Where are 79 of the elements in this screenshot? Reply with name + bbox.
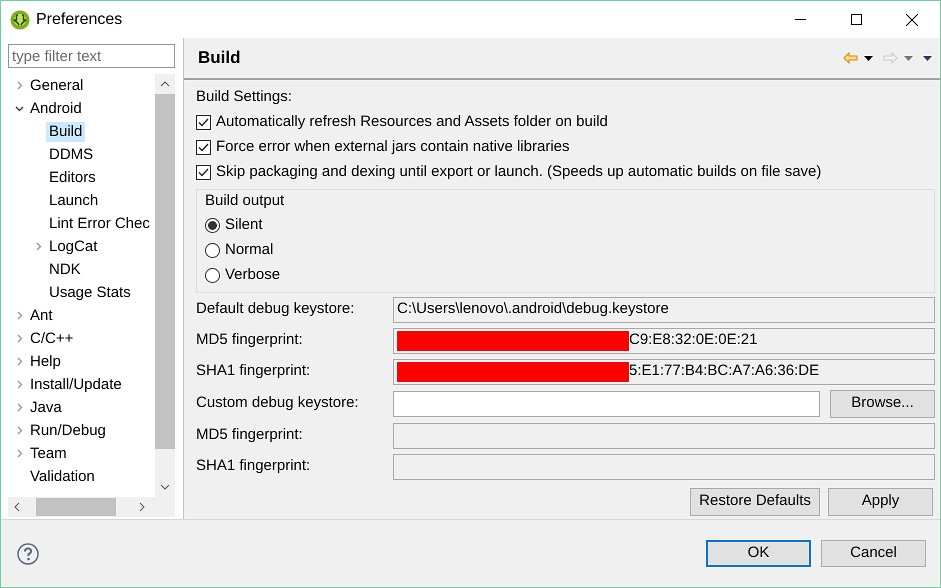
checkbox[interactable] — [196, 165, 211, 180]
expanded-chevron-icon[interactable] — [14, 104, 24, 113]
tree-item[interactable]: Lint Error Chec — [46, 214, 153, 234]
collapsed-chevron-icon[interactable] — [14, 81, 24, 90]
checkbox[interactable] — [196, 115, 211, 130]
scrollbar-thumb[interactable] — [155, 94, 175, 449]
tree-item[interactable]: Usage Stats — [46, 282, 134, 302]
field-value: C9:E8:32:0E:0E:21 — [629, 330, 758, 350]
field-value: 5:E1:77:B4:BC:A7:A6:36:DE — [629, 361, 820, 382]
collapsed-chevron-icon[interactable] — [14, 426, 24, 435]
group-title: Build output — [205, 191, 286, 211]
scroll-up-icon[interactable] — [160, 81, 170, 87]
readonly-field[interactable] — [393, 422, 935, 448]
filter-field[interactable]: type filter text — [8, 44, 175, 68]
tree-item[interactable]: Java — [27, 398, 65, 418]
tree-item[interactable]: Team — [27, 444, 70, 464]
collapsed-chevron-icon[interactable] — [14, 449, 24, 458]
scroll-right-icon[interactable] — [139, 502, 145, 512]
radio-button[interactable] — [205, 218, 220, 232]
scroll-left-icon[interactable] — [14, 502, 20, 512]
tree-item[interactable]: Install/Update — [27, 374, 125, 394]
field-label: Default debug keystore: — [196, 299, 356, 320]
menu-dropdown-icon[interactable] — [923, 56, 932, 60]
field-value: C:\Users\lenovo\.android\debug.keystore — [397, 299, 669, 320]
readonly-field[interactable]: 5:E1:77:B4:BC:A7:A6:36:DE — [393, 358, 935, 384]
tree-item[interactable]: Validation — [27, 466, 98, 486]
restore-defaults-button[interactable]: Restore Defaults — [690, 488, 820, 516]
back-arrow-icon[interactable] — [843, 52, 858, 64]
readonly-field[interactable] — [393, 454, 935, 480]
readonly-field[interactable]: C9:E8:32:0E:0E:21 — [393, 328, 935, 354]
field-label: SHA1 fingerprint: — [196, 361, 312, 382]
field-label: MD5 fingerprint: — [196, 330, 304, 350]
collapsed-chevron-icon[interactable] — [34, 242, 42, 251]
radio-label: Verbose — [225, 264, 280, 285]
tree-item[interactable]: NDK — [46, 260, 84, 280]
radio-button[interactable] — [205, 268, 220, 282]
tree-item[interactable]: LogCat — [46, 236, 100, 256]
window-title: Preferences — [36, 10, 122, 30]
checkbox-label: Force error when external jars contain native libraries — [216, 137, 570, 158]
section-label: Build Settings: — [196, 87, 292, 108]
tree-item[interactable]: Help — [27, 352, 64, 372]
cancel-button[interactable]: Cancel — [821, 540, 926, 567]
field-label: MD5 fingerprint: — [196, 425, 304, 446]
checkbox-label: Skip packaging and dexing until export or launch. (Speeds up automatic builds on file save) — [216, 162, 822, 182]
radio-button[interactable] — [205, 242, 220, 258]
minimize-icon[interactable] — [794, 19, 806, 20]
collapsed-chevron-icon[interactable] — [14, 380, 24, 389]
help-icon[interactable] — [17, 542, 39, 564]
app-icon — [10, 10, 30, 30]
maximize-icon[interactable] — [850, 14, 862, 25]
checkbox[interactable] — [196, 140, 211, 155]
tree-item[interactable]: Run/Debug — [27, 420, 109, 440]
field-label: Custom debug keystore: — [196, 393, 360, 414]
collapsed-chevron-icon[interactable] — [14, 403, 24, 412]
radio-label: Silent — [225, 214, 263, 235]
tree-item[interactable]: General — [27, 76, 86, 96]
scrollbar-thumb[interactable] — [36, 498, 116, 516]
collapsed-chevron-icon[interactable] — [14, 334, 24, 343]
tree-item[interactable]: Android — [27, 98, 85, 118]
collapsed-chevron-icon[interactable] — [14, 311, 24, 320]
tree-item[interactable]: Build — [46, 122, 86, 142]
tree-item[interactable]: Editors — [46, 168, 99, 188]
scroll-down-icon[interactable] — [160, 484, 170, 490]
ok-button[interactable]: OK — [706, 540, 811, 567]
collapsed-chevron-icon[interactable] — [14, 357, 24, 366]
tree-item[interactable]: Launch — [46, 190, 102, 210]
page-title: Build — [198, 47, 240, 70]
radio-label: Normal — [225, 240, 274, 260]
tree-item[interactable]: Ant — [27, 306, 56, 326]
checkbox-label: Automatically refresh Resources and Assets folder on build — [216, 112, 608, 132]
close-icon[interactable] — [906, 14, 918, 26]
browse-button[interactable]: Browse... — [830, 390, 935, 418]
tree-item[interactable]: DDMS — [46, 144, 96, 164]
readonly-field[interactable]: C:\Users\lenovo\.android\debug.keystore — [393, 296, 935, 322]
tree-item[interactable]: C/C++ — [27, 328, 76, 348]
apply-button[interactable]: Apply — [828, 488, 933, 516]
input-field[interactable] — [393, 390, 820, 416]
dropdown-icon[interactable] — [864, 56, 873, 60]
field-label: SHA1 fingerprint: — [196, 456, 312, 476]
